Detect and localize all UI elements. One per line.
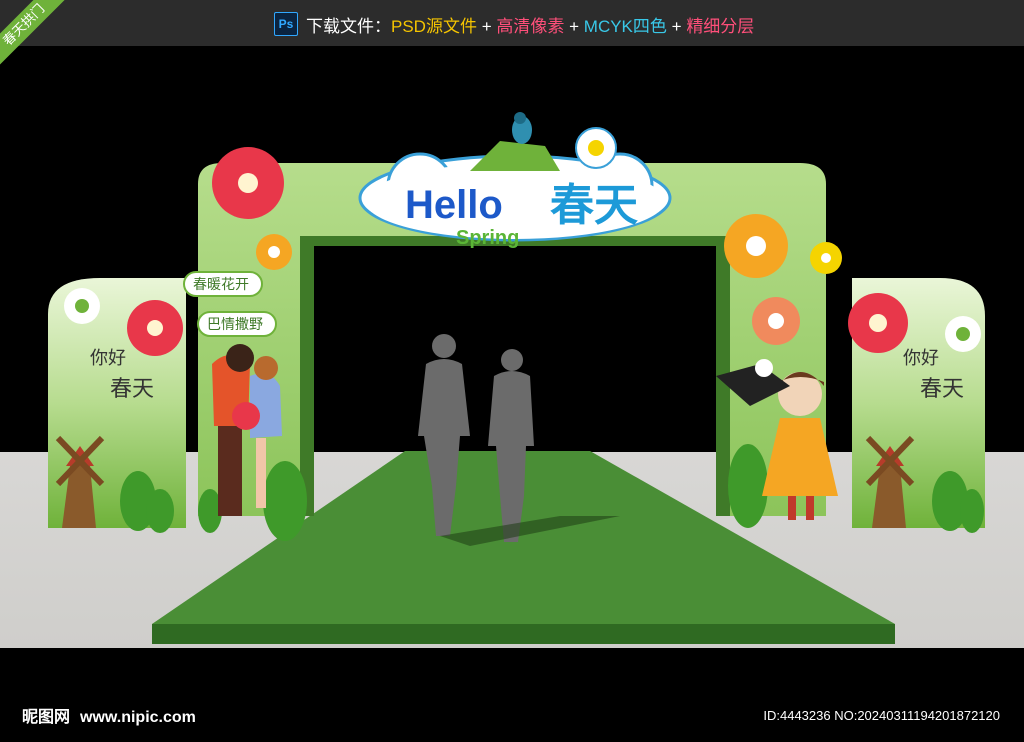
nipic-logo: 昵图网 www.nipic.com [22,703,196,728]
download-item-cmyk: MCYK四色 [583,17,667,36]
footer-bar: 昵图网 www.nipic.com ID:4443236 NO:202403111… [0,696,1024,742]
plus-sign: + [671,17,682,36]
flower-icon [64,288,100,324]
flower-icon [724,214,788,278]
top-bar: 春天拱门 Ps 下载文件：PSD源文件 + 高清像素 + MCYK四色 + 精细… [0,0,1024,76]
title-subtitle: Spring [456,227,519,249]
download-item-psd: PSD源文件 [391,17,477,36]
flower-icon [127,300,183,356]
plus-sign: + [569,17,580,36]
pillar-text-left-2: 春天 [110,377,154,402]
download-item-hd: 高清像素 [496,17,565,36]
pillar-text-right-2: 春天 [920,377,964,402]
scene: Hello 春天 Spring 春暖花开 巴情撒野 你好 春天 你好 春天 [0,46,1024,696]
pillar-text-left-1: 你好 [90,348,126,369]
title-hello: Hello [405,183,503,227]
arch-illustration: Hello 春天 Spring 春暖花开 巴情撒野 你好 春天 你好 春天 [48,112,985,644]
bird-icon [512,112,532,144]
pillar-text-right-1: 你好 [903,348,939,369]
flower-icon [752,297,800,345]
download-info: 下载文件：PSD源文件 + 高清像素 + MCYK四色 + 精细分层 [306,12,754,37]
photoshop-icon: Ps [274,12,298,36]
tag-left-top: 春暖花开 [193,276,249,292]
flower-icon [256,234,292,270]
tag-left-bottom: 巴情撒野 [207,316,263,332]
site-url[interactable]: www.nipic.com [80,709,196,726]
flower-icon [848,293,908,353]
flower-icon [945,316,981,352]
download-prefix: 下载文件： [306,17,391,36]
brand-name: 昵图网 [22,709,71,726]
flower-icon [575,127,617,169]
download-item-layers: 精细分层 [686,17,755,36]
flower-icon [212,147,284,219]
title-spring-cn: 春天 [550,181,638,230]
plus-sign: + [481,17,492,36]
flower-icon [810,242,842,274]
image-id: ID:4443236 NO:20240311194201872120 [763,708,1000,723]
